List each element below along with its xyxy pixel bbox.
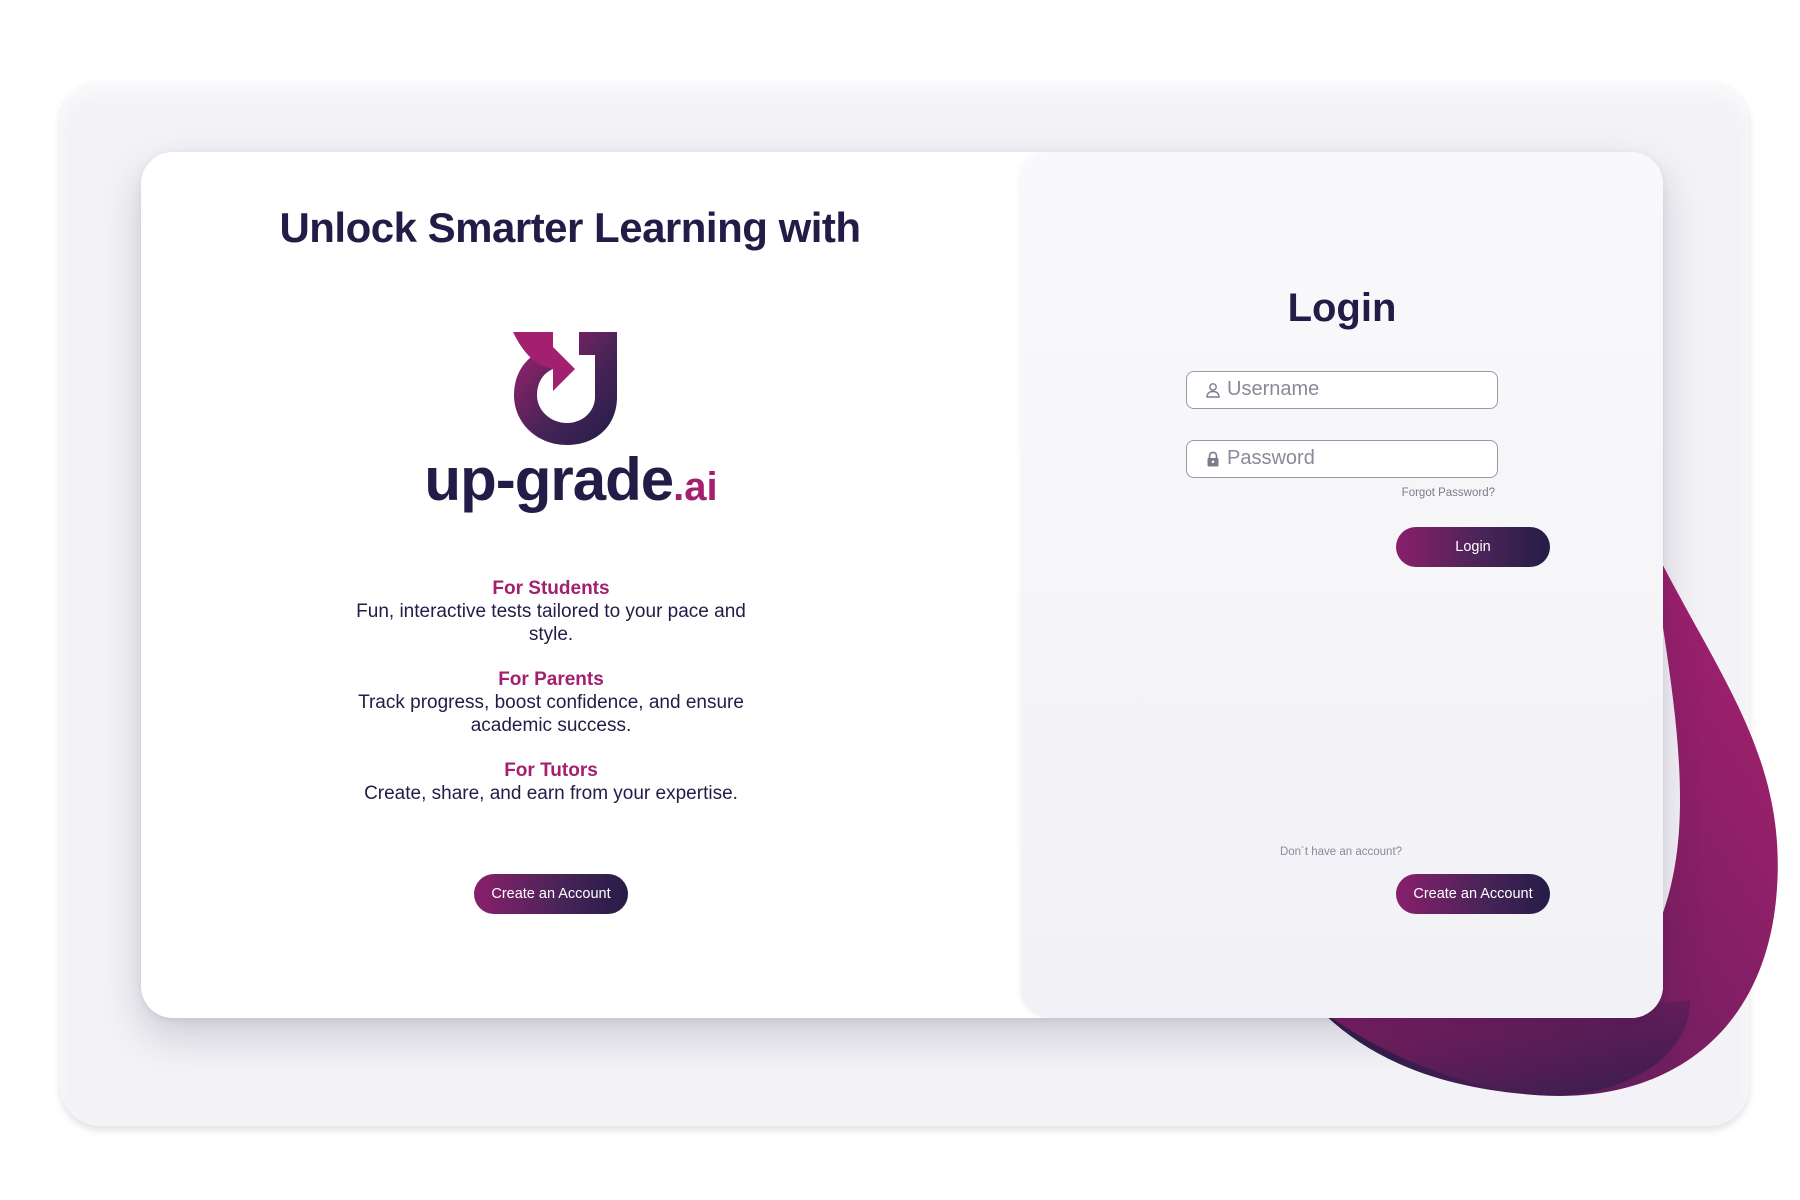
logo-wordmark-main: up-grade — [424, 446, 674, 513]
create-account-button-intro[interactable]: Create an Account — [474, 874, 628, 914]
login-button[interactable]: Login — [1396, 527, 1550, 567]
logo-wordmark: up-grade.ai — [391, 445, 751, 514]
feature-title: For Tutors — [504, 760, 598, 781]
username-field[interactable] — [1186, 371, 1498, 409]
headline: Unlock Smarter Learning with — [279, 204, 861, 251]
feature-text: Fun, interactive tests tailored to your … — [356, 601, 746, 645]
password-field[interactable] — [1186, 440, 1498, 478]
page: Unlock Smarter Learning with up-grade.ai — [0, 0, 1800, 1200]
intro-pane: Unlock Smarter Learning with up-grade.ai — [141, 152, 1021, 1018]
user-icon — [1206, 383, 1220, 398]
feature-title: For Students — [492, 578, 610, 599]
logo-wordmark-suffix: .ai — [673, 465, 718, 509]
feature-students: For Students Fun, interactive tests tail… — [351, 577, 751, 646]
forgot-password-link[interactable]: Forgot Password? — [1301, 487, 1495, 499]
feature-list: For Students Fun, interactive tests tail… — [351, 577, 751, 827]
login-card: Unlock Smarter Learning with up-grade.ai — [141, 152, 1663, 1018]
feature-parents: For Parents Track progress, boost confid… — [351, 668, 751, 737]
feature-tutors: For Tutors Create, share, and earn from … — [351, 759, 751, 805]
upgrade-logo-mark-icon — [513, 332, 617, 445]
login-pane: Login Forgot Password? Login Don´t have — [1021, 152, 1663, 1018]
feature-text: Create, share, and earn from your expert… — [364, 783, 738, 804]
feature-text: Track progress, boost confidence, and en… — [358, 692, 744, 736]
username-input[interactable] — [1227, 372, 1492, 407]
lock-icon — [1207, 451, 1219, 467]
upgrade-logo: up-grade.ai — [391, 327, 751, 537]
create-account-button[interactable]: Create an Account — [1396, 874, 1550, 914]
password-input[interactable] — [1227, 441, 1492, 476]
feature-title: For Parents — [498, 669, 604, 690]
no-account-text: Don´t have an account? — [1279, 846, 1403, 858]
login-title: Login — [1287, 286, 1397, 330]
